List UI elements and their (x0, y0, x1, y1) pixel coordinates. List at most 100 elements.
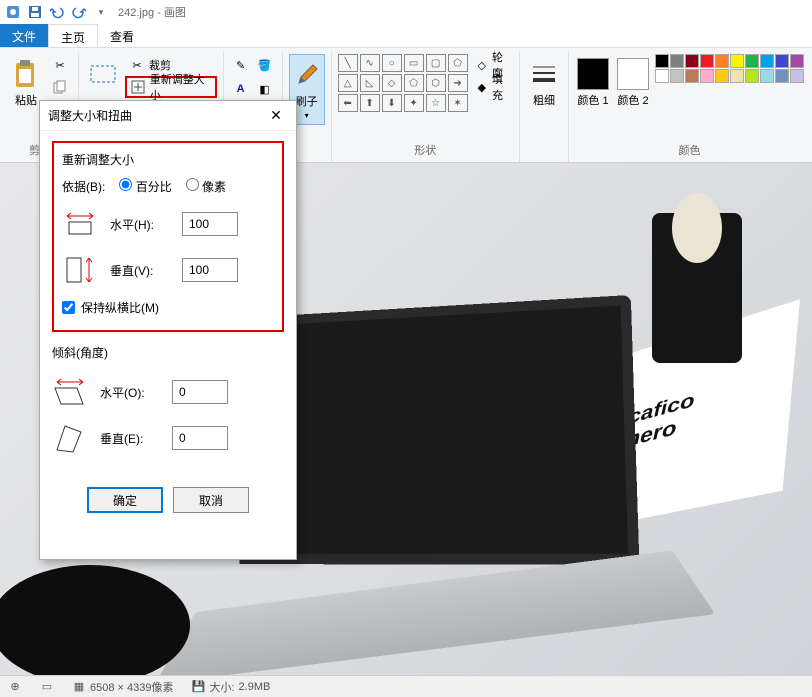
resize-dialog: 调整大小和扭曲 ✕ 重新调整大小 依据(B): 百分比 像素 水平(H): 垂直… (39, 100, 297, 560)
status-filesize: 💾大小: 2.9MB (191, 679, 270, 695)
skew-v-input[interactable] (172, 426, 228, 450)
shape-arrow-d[interactable]: ⬇ (382, 94, 402, 112)
select-icon (87, 58, 119, 90)
palette-color[interactable] (775, 54, 789, 68)
shape-rect[interactable]: ▭ (404, 54, 424, 72)
crop-icon: ✂ (129, 57, 145, 73)
palette-color[interactable] (775, 69, 789, 83)
thickness-icon (528, 58, 560, 90)
radio-percent[interactable]: 百分比 (119, 178, 171, 195)
text-icon: A (234, 81, 248, 97)
radio-pixels[interactable]: 像素 (186, 178, 226, 195)
window-title: 242.jpg - 画图 (118, 4, 186, 20)
close-icon[interactable]: ✕ (264, 104, 288, 128)
eraser-tool[interactable]: ◧ (254, 78, 276, 100)
resize-icon (131, 79, 146, 95)
shape-fill-button[interactable]: ◆填充 (472, 76, 513, 98)
shape-star4[interactable]: ✦ (404, 94, 424, 112)
palette-color[interactable] (685, 69, 699, 83)
cut-button[interactable]: ✂ (48, 54, 72, 76)
resize-group: 重新调整大小 依据(B): 百分比 像素 水平(H): 垂直(V): 保持纵横比… (52, 141, 284, 332)
menu-file[interactable]: 文件 (0, 24, 48, 47)
undo-icon[interactable] (48, 3, 66, 21)
text-tool[interactable]: A (230, 78, 252, 100)
palette-color[interactable] (715, 54, 729, 68)
status-cursor: ⊕ (8, 680, 22, 694)
save-icon[interactable] (26, 3, 44, 21)
thickness-button[interactable]: 粗细 (526, 54, 562, 112)
shape-line[interactable]: ╲ (338, 54, 358, 72)
shape-triangle[interactable]: △ (338, 74, 358, 92)
qat-dropdown-icon[interactable]: ▾ (92, 3, 110, 21)
vert-pictogram (62, 253, 98, 287)
dialog-titlebar[interactable]: 调整大小和扭曲 ✕ (40, 101, 296, 131)
shape-roundrect[interactable]: ▢ (426, 54, 446, 72)
menu-home[interactable]: 主页 (48, 24, 98, 47)
ok-button[interactable]: 确定 (87, 487, 163, 513)
horiz-input[interactable] (182, 212, 238, 236)
palette-color[interactable] (655, 54, 669, 68)
palette-color[interactable] (745, 54, 759, 68)
shape-arrow-l[interactable]: ⬅ (338, 94, 358, 112)
shape-arrow-u[interactable]: ⬆ (360, 94, 380, 112)
ribbon-group-thickness: 粗细 (520, 52, 569, 162)
menu-view[interactable]: 查看 (98, 24, 146, 47)
shape-hexagon[interactable]: ⬡ (426, 74, 446, 92)
color1-button[interactable]: 颜色 1 (575, 54, 611, 112)
eraser-icon: ◧ (258, 81, 272, 97)
bucket-icon: 🪣 (258, 57, 272, 73)
shape-polygon[interactable]: ⬠ (448, 54, 468, 72)
palette-color[interactable] (760, 69, 774, 83)
shape-star6[interactable]: ✶ (448, 94, 468, 112)
keep-aspect-checkbox[interactable]: 保持纵横比(M) (62, 299, 274, 316)
shape-oval[interactable]: ○ (382, 54, 402, 72)
palette-color[interactable] (730, 54, 744, 68)
shape-pentagon[interactable]: ⬠ (404, 74, 424, 92)
shape-diamond[interactable]: ◇ (382, 74, 402, 92)
brush-label: 刷子 (296, 93, 318, 109)
palette-color[interactable] (790, 69, 804, 83)
pencil-tool[interactable]: ✎ (230, 54, 252, 76)
select-button[interactable] (85, 54, 121, 94)
palette-color[interactable] (700, 54, 714, 68)
palette-color[interactable] (730, 69, 744, 83)
thickness-label: 粗细 (533, 92, 555, 108)
color2-button[interactable]: 颜色 2 (615, 54, 651, 112)
shape-curve[interactable]: ∿ (360, 54, 380, 72)
shape-arrow-r[interactable]: ➔ (448, 74, 468, 92)
palette-color[interactable] (700, 69, 714, 83)
shape-rtriangle[interactable]: ◺ (360, 74, 380, 92)
status-bar: ⊕ ▭ ▦6508 × 4339像素 💾大小: 2.9MB (0, 675, 812, 697)
skew-h-input[interactable] (172, 380, 228, 404)
palette-color[interactable] (670, 69, 684, 83)
palette-color[interactable] (715, 69, 729, 83)
vert-label: 垂直(V): (110, 262, 170, 279)
paste-icon (10, 58, 42, 90)
ribbon-group-shapes: ╲ ∿ ○ ▭ ▢ ⬠ △ ◺ ◇ ⬠ ⬡ ➔ ⬅ ⬆ ⬇ ✦ ☆ ✶ ◇轮廓 (332, 52, 520, 162)
shapes-group-label: 形状 (338, 140, 513, 160)
selection-size-icon: ▭ (40, 680, 54, 694)
pencil-icon: ✎ (234, 57, 248, 73)
copy-button[interactable] (48, 76, 72, 98)
vert-input[interactable] (182, 258, 238, 282)
skew-h-label: 水平(O): (100, 384, 160, 401)
palette-color[interactable] (670, 54, 684, 68)
fill-icon: ◆ (476, 79, 488, 95)
palette-color[interactable] (760, 54, 774, 68)
dims-icon: ▦ (72, 680, 86, 694)
redo-icon[interactable] (70, 3, 88, 21)
cancel-button[interactable]: 取消 (173, 487, 249, 513)
paste-label: 粘贴 (15, 92, 37, 108)
fill-tool[interactable]: 🪣 (254, 54, 276, 76)
shape-star5[interactable]: ☆ (426, 94, 446, 112)
palette-color[interactable] (655, 69, 669, 83)
palette-color[interactable] (745, 69, 759, 83)
skew-h-pictogram (52, 375, 88, 409)
shapes-gallery[interactable]: ╲ ∿ ○ ▭ ▢ ⬠ △ ◺ ◇ ⬠ ⬡ ➔ ⬅ ⬆ ⬇ ✦ ☆ ✶ (338, 54, 468, 112)
title-bar: ▾ 242.jpg - 画图 (0, 0, 812, 24)
cursor-pos-icon: ⊕ (8, 680, 22, 694)
palette-color[interactable] (685, 54, 699, 68)
resize-button[interactable]: 重新调整大小 (125, 76, 217, 98)
palette-color[interactable] (790, 54, 804, 68)
resize-group-title: 重新调整大小 (62, 151, 274, 168)
